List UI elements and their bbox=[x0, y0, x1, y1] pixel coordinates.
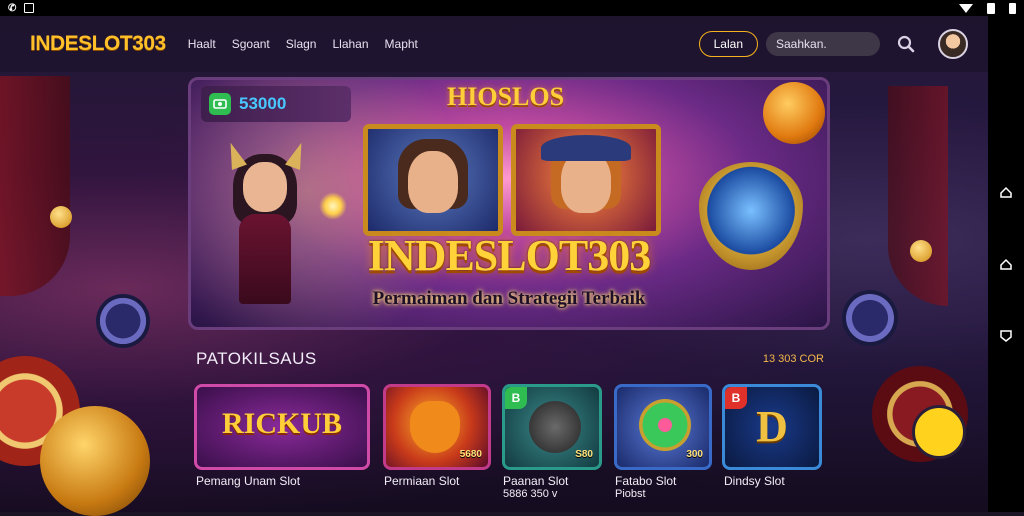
blue-chip bbox=[96, 294, 150, 348]
curtain-right bbox=[888, 86, 948, 306]
game-card[interactable]: 5680 bbox=[383, 384, 491, 470]
wifi-icon bbox=[959, 3, 973, 13]
card-title: Dindsy Slot bbox=[724, 474, 785, 488]
battery-icon bbox=[1009, 2, 1016, 14]
search-input[interactable]: Saahkan. bbox=[766, 32, 880, 56]
coin-icon bbox=[763, 82, 825, 144]
card-title: Pemang Unam Slot bbox=[196, 474, 301, 488]
notification-icon: ✆ bbox=[8, 2, 17, 14]
hero-banner[interactable]: 53000 HIOSLOS INDESLOT303 Permaiman dan … bbox=[188, 77, 830, 330]
card-corner-badge: B bbox=[505, 387, 527, 409]
card-tag: 300 bbox=[686, 449, 703, 460]
blue-chip bbox=[842, 290, 898, 346]
gold-coin bbox=[910, 240, 932, 262]
main-menu: Haalt Sgoant Slagn Llahan Mapht bbox=[188, 37, 418, 51]
sim-icon bbox=[987, 2, 995, 14]
curtain-left bbox=[0, 76, 70, 296]
card-art-text: D bbox=[756, 402, 788, 451]
cash-icon bbox=[209, 93, 231, 115]
section-header: PATOKILSAUS 13 303 COR bbox=[196, 349, 824, 369]
balance-value: 53000 bbox=[239, 94, 287, 113]
search-icon[interactable] bbox=[896, 34, 916, 54]
back-icon[interactable] bbox=[999, 329, 1013, 343]
card-subtitle: Piobst bbox=[615, 488, 646, 500]
sparkle-icon bbox=[319, 192, 347, 220]
card-art-text: RICKUB bbox=[221, 407, 342, 440]
card-title: Permiaan Slot bbox=[384, 474, 460, 488]
balance-badge: 53000 bbox=[201, 86, 351, 122]
menu-item[interactable]: Haalt bbox=[188, 37, 216, 51]
login-button[interactable]: Lalan bbox=[698, 31, 758, 57]
emerald-icon bbox=[639, 399, 691, 451]
floating-action-button[interactable] bbox=[912, 405, 966, 459]
menu-item[interactable]: Llahan bbox=[332, 37, 368, 51]
section-meta[interactable]: 13 303 COR bbox=[763, 353, 824, 365]
avatar[interactable] bbox=[938, 29, 968, 59]
section-title: PATOKILSAUS bbox=[196, 349, 317, 368]
hero-title: INDESLOT303 bbox=[367, 231, 651, 280]
recents-icon[interactable] bbox=[999, 257, 1013, 271]
menu-item[interactable]: Sgoant bbox=[232, 37, 270, 51]
system-nav-bar bbox=[988, 16, 1024, 512]
site-logo[interactable]: INDESLOT303 bbox=[30, 32, 166, 56]
game-card[interactable]: B S80 bbox=[502, 384, 602, 470]
card-tag: S80 bbox=[575, 449, 593, 460]
fox-icon bbox=[410, 401, 460, 453]
gold-coin bbox=[40, 406, 150, 516]
cast-icon bbox=[24, 3, 35, 13]
status-bar: ✆ bbox=[0, 0, 1024, 16]
card-subtitle: 5886 350 v bbox=[503, 488, 558, 500]
hero-subtitle: Permaiman dan Strategii Terbaik bbox=[372, 288, 646, 309]
character-frame-left bbox=[363, 124, 503, 236]
menu-item[interactable]: Slagn bbox=[286, 37, 317, 51]
card-title: Fatabo Slot bbox=[615, 474, 677, 488]
helmet-icon bbox=[529, 401, 581, 453]
card-title: Paanan Slot bbox=[503, 474, 569, 488]
app-header: INDESLOT303 Haalt Sgoant Slagn Llahan Ma… bbox=[0, 16, 988, 72]
character-frame-right bbox=[511, 124, 661, 236]
game-card[interactable]: B D bbox=[722, 384, 822, 470]
home-icon[interactable] bbox=[999, 185, 1013, 199]
card-tag: 5680 bbox=[459, 449, 482, 460]
gold-coin bbox=[50, 206, 72, 228]
game-card[interactable]: RICKUB bbox=[194, 384, 370, 470]
hero-top-title: HIOSLOS bbox=[447, 82, 565, 111]
menu-item[interactable]: Mapht bbox=[385, 37, 418, 51]
game-card[interactable]: 300 bbox=[614, 384, 712, 470]
